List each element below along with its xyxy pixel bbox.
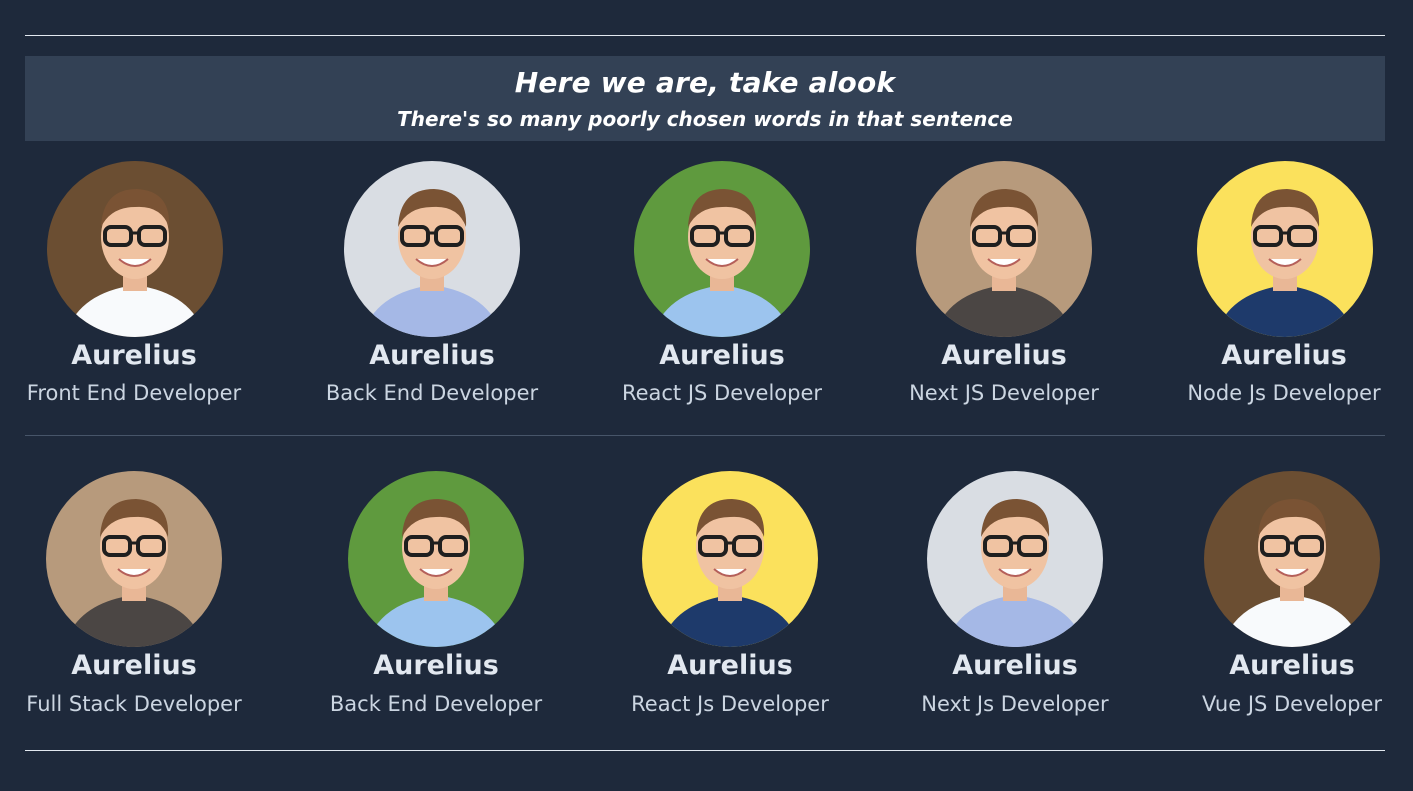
team-card: Aurelius Vue JS Developer <box>1152 471 1413 721</box>
member-name: Aurelius <box>667 650 793 681</box>
team-card: Aurelius Front End Developer <box>0 161 274 411</box>
member-role: Next JS Developer <box>909 381 1099 405</box>
member-name: Aurelius <box>952 650 1078 681</box>
team-card: Aurelius React JS Developer <box>582 161 862 411</box>
member-name: Aurelius <box>1229 650 1355 681</box>
team-card: Aurelius Back End Developer <box>292 161 572 411</box>
member-role: Next Js Developer <box>921 692 1109 716</box>
team-banner: Here we are, take alook There's so many … <box>25 56 1385 141</box>
top-divider <box>25 35 1385 36</box>
member-role: React Js Developer <box>631 692 829 716</box>
member-role: Back End Developer <box>325 381 539 405</box>
member-name: Aurelius <box>71 340 197 371</box>
team-card: Aurelius Next JS Developer <box>864 161 1144 411</box>
team-card: Aurelius React Js Developer <box>590 471 870 721</box>
banner-title: Here we are, take alook <box>514 66 896 99</box>
person-photo-green <box>634 161 810 337</box>
person-photo-hallway <box>46 471 222 647</box>
banner-subtitle: There's so many poorly chosen words in t… <box>397 107 1013 131</box>
member-name: Aurelius <box>941 340 1067 371</box>
team-card: Aurelius Node Js Developer <box>1144 161 1413 411</box>
member-role: Full Stack Developer <box>26 692 242 716</box>
member-role: Vue JS Developer <box>1201 692 1383 716</box>
person-photo-hallway <box>916 161 1092 337</box>
member-role: React JS Developer <box>621 381 823 405</box>
member-role: Front End Developer <box>26 381 242 405</box>
team-card: Aurelius Full Stack Developer <box>0 471 274 721</box>
member-role: Node Js Developer <box>1187 381 1381 405</box>
member-name: Aurelius <box>369 340 495 371</box>
member-name: Aurelius <box>71 650 197 681</box>
row-divider <box>25 435 1385 436</box>
team-card: Aurelius Back End Developer <box>296 471 576 721</box>
person-photo-tree <box>1204 471 1380 647</box>
member-name: Aurelius <box>373 650 499 681</box>
person-photo-tree <box>47 161 223 337</box>
person-photo-green <box>348 471 524 647</box>
member-name: Aurelius <box>659 340 785 371</box>
bottom-divider <box>25 750 1385 751</box>
person-photo-yellow <box>642 471 818 647</box>
person-photo-yellow <box>1197 161 1373 337</box>
team-card: Aurelius Next Js Developer <box>875 471 1155 721</box>
member-name: Aurelius <box>1221 340 1347 371</box>
person-photo-light <box>927 471 1103 647</box>
member-role: Back End Developer <box>329 692 543 716</box>
person-photo-light <box>344 161 520 337</box>
